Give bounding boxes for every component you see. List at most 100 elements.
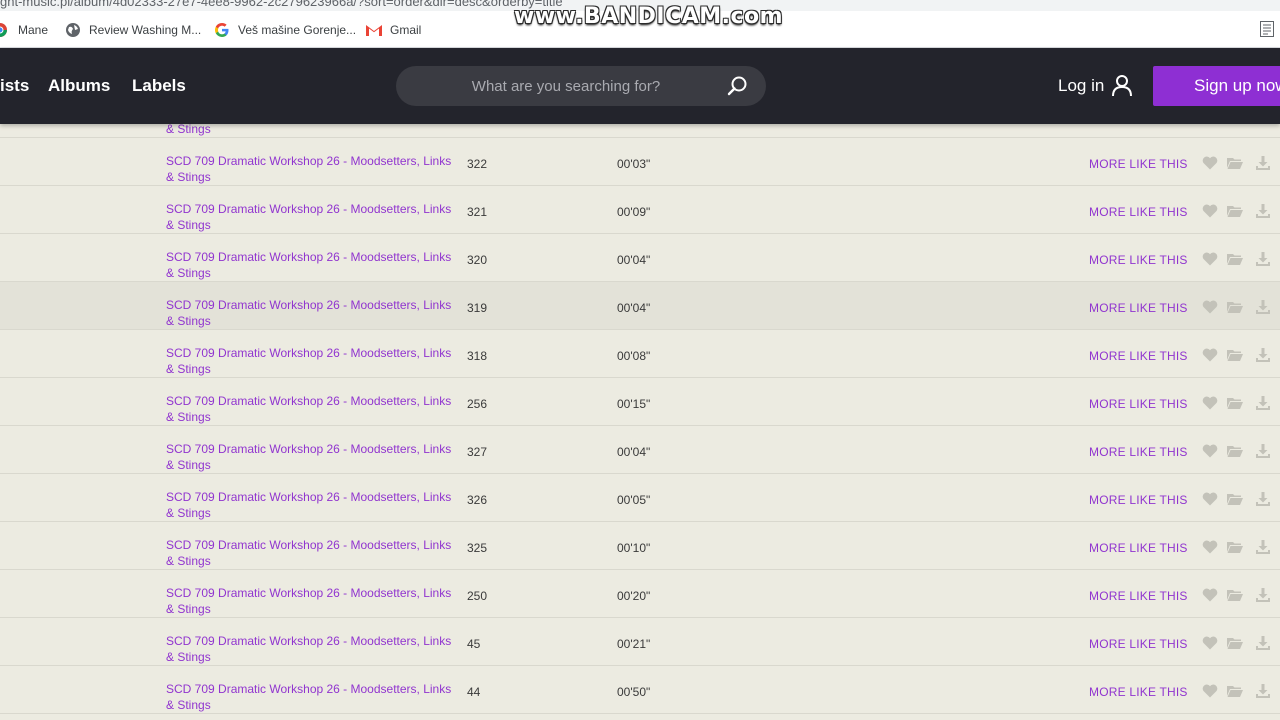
- download-icon[interactable]: [1256, 492, 1272, 506]
- track-row[interactable]: SCD 709 Dramatic Workshop 26 - Moodsette…: [0, 474, 1280, 522]
- track-duration: 00'20": [617, 589, 651, 603]
- folder-icon[interactable]: [1227, 204, 1243, 218]
- heart-icon[interactable]: [1202, 156, 1218, 170]
- track-row[interactable]: SCD 709 Dramatic Workshop 26 - Moodsette…: [0, 426, 1280, 474]
- search-input[interactable]: [416, 66, 716, 106]
- download-icon[interactable]: [1256, 684, 1272, 698]
- download-icon[interactable]: [1256, 444, 1272, 458]
- bookmark-ves-masine[interactable]: Veš mašine Gorenje...: [214, 11, 356, 48]
- track-number: 320: [467, 253, 488, 267]
- heart-icon[interactable]: [1202, 540, 1218, 554]
- track-number: 326: [467, 493, 488, 507]
- track-title-link[interactable]: SCD 709 Dramatic Workshop 26 - Moodsette…: [166, 249, 456, 281]
- track-row[interactable]: SCD 709 Dramatic Workshop 26 - Moodsette…: [0, 234, 1280, 282]
- folder-icon[interactable]: [1227, 636, 1243, 650]
- download-icon[interactable]: [1256, 156, 1272, 170]
- track-number: 322: [467, 157, 488, 171]
- download-icon[interactable]: [1256, 252, 1272, 266]
- more-like-this-link[interactable]: MORE LIKE THIS: [1089, 589, 1188, 603]
- heart-icon[interactable]: [1202, 300, 1218, 314]
- track-title-link[interactable]: SCD 709 Dramatic Workshop 26 - Moodsette…: [166, 585, 456, 617]
- chrome-icon: [0, 22, 8, 38]
- more-like-this-link[interactable]: MORE LIKE THIS: [1089, 541, 1188, 555]
- more-like-this-link[interactable]: MORE LIKE THIS: [1089, 205, 1188, 219]
- more-like-this-link[interactable]: MORE LIKE THIS: [1089, 445, 1188, 459]
- folder-icon[interactable]: [1227, 684, 1243, 698]
- more-like-this-link[interactable]: MORE LIKE THIS: [1089, 157, 1188, 171]
- folder-icon[interactable]: [1227, 156, 1243, 170]
- track-row[interactable]: SCD 709 Dramatic Workshop 26 - Moodsette…: [0, 618, 1280, 666]
- track-title-link[interactable]: SCD 709 Dramatic Workshop 26 - Moodsette…: [166, 633, 456, 665]
- bookmark-label: Gmail: [390, 22, 422, 37]
- folder-icon[interactable]: [1227, 588, 1243, 602]
- track-title-link[interactable]: SCD 709 Dramatic Workshop 26 - Moodsette…: [166, 441, 456, 473]
- track-row[interactable]: SCD 709 Dramatic Workshop 26 - Moodsette…: [0, 282, 1280, 330]
- login-label: Log in: [1058, 76, 1105, 95]
- track-title-link[interactable]: SCD 709 Dramatic Workshop 26 - Moodsette…: [166, 201, 456, 233]
- folder-icon[interactable]: [1227, 252, 1243, 266]
- track-title-link[interactable]: SCD 709 Dramatic Workshop 26 - Moodsette…: [166, 393, 456, 425]
- track-row[interactable]: SCD 709 Dramatic Workshop 26 - Moodsette…: [0, 570, 1280, 618]
- more-like-this-link[interactable]: MORE LIKE THIS: [1089, 253, 1188, 267]
- reading-list-icon[interactable]: [1260, 21, 1274, 37]
- download-icon[interactable]: [1256, 348, 1272, 362]
- signup-button[interactable]: Sign up now: [1153, 66, 1280, 106]
- heart-icon[interactable]: [1202, 636, 1218, 650]
- heart-icon[interactable]: [1202, 252, 1218, 266]
- track-title-link[interactable]: SCD 709 Dramatic Workshop 26 - Moodsette…: [166, 681, 456, 713]
- track-list: SCD 709 Dramatic Workshop 26 - Moodsette…: [0, 90, 1280, 714]
- track-title-link[interactable]: SCD 709 Dramatic Workshop 26 - Moodsette…: [166, 345, 456, 377]
- folder-icon[interactable]: [1227, 348, 1243, 362]
- more-like-this-link[interactable]: MORE LIKE THIS: [1089, 637, 1188, 651]
- login-link[interactable]: Log in: [1058, 48, 1133, 124]
- track-title-link[interactable]: SCD 709 Dramatic Workshop 26 - Moodsette…: [166, 153, 456, 185]
- heart-icon[interactable]: [1202, 396, 1218, 410]
- bookmark-label: Veš mašine Gorenje...: [238, 22, 357, 37]
- track-number: 327: [467, 445, 488, 459]
- track-duration: 00'04": [617, 301, 651, 315]
- folder-icon[interactable]: [1227, 444, 1243, 458]
- more-like-this-link[interactable]: MORE LIKE THIS: [1089, 301, 1188, 315]
- track-title-link[interactable]: SCD 709 Dramatic Workshop 26 - Moodsette…: [166, 297, 456, 329]
- track-row[interactable]: SCD 709 Dramatic Workshop 26 - Moodsette…: [0, 186, 1280, 234]
- nav-artists[interactable]: ists: [0, 48, 29, 124]
- more-like-this-link[interactable]: MORE LIKE THIS: [1089, 397, 1188, 411]
- track-row[interactable]: SCD 709 Dramatic Workshop 26 - Moodsette…: [0, 378, 1280, 426]
- more-like-this-link[interactable]: MORE LIKE THIS: [1089, 493, 1188, 507]
- bookmark-mane[interactable]: Mane: [0, 11, 48, 48]
- track-duration: 00'05": [617, 493, 651, 507]
- download-icon[interactable]: [1256, 300, 1272, 314]
- heart-icon[interactable]: [1202, 684, 1218, 698]
- track-row[interactable]: SCD 709 Dramatic Workshop 26 - Moodsette…: [0, 666, 1280, 714]
- track-title-link[interactable]: SCD 709 Dramatic Workshop 26 - Moodsette…: [166, 489, 456, 521]
- track-title-link[interactable]: SCD 709 Dramatic Workshop 26 - Moodsette…: [166, 537, 456, 569]
- google-icon: [214, 22, 230, 38]
- download-icon[interactable]: [1256, 636, 1272, 650]
- download-icon[interactable]: [1256, 588, 1272, 602]
- nav-labels[interactable]: Labels: [132, 48, 186, 124]
- folder-icon[interactable]: [1227, 300, 1243, 314]
- bookmark-gmail[interactable]: Gmail: [366, 11, 421, 48]
- track-row[interactable]: SCD 709 Dramatic Workshop 26 - Moodsette…: [0, 522, 1280, 570]
- folder-icon[interactable]: [1227, 492, 1243, 506]
- folder-icon[interactable]: [1227, 540, 1243, 554]
- nav-albums[interactable]: Albums: [48, 48, 110, 124]
- bookmark-review-washing[interactable]: Review Washing M...: [65, 11, 201, 48]
- track-row[interactable]: SCD 709 Dramatic Workshop 26 - Moodsette…: [0, 138, 1280, 186]
- download-icon[interactable]: [1256, 204, 1272, 218]
- search-icon[interactable]: [726, 75, 748, 97]
- heart-icon[interactable]: [1202, 348, 1218, 362]
- track-duration: 00'08": [617, 349, 651, 363]
- download-icon[interactable]: [1256, 396, 1272, 410]
- heart-icon[interactable]: [1202, 444, 1218, 458]
- more-like-this-link[interactable]: MORE LIKE THIS: [1089, 349, 1188, 363]
- heart-icon[interactable]: [1202, 492, 1218, 506]
- more-like-this-link[interactable]: MORE LIKE THIS: [1089, 685, 1188, 699]
- track-row[interactable]: SCD 709 Dramatic Workshop 26 - Moodsette…: [0, 330, 1280, 378]
- track-duration: 00'21": [617, 637, 651, 651]
- heart-icon[interactable]: [1202, 588, 1218, 602]
- track-number: 45: [467, 637, 481, 651]
- folder-icon[interactable]: [1227, 396, 1243, 410]
- heart-icon[interactable]: [1202, 204, 1218, 218]
- download-icon[interactable]: [1256, 540, 1272, 554]
